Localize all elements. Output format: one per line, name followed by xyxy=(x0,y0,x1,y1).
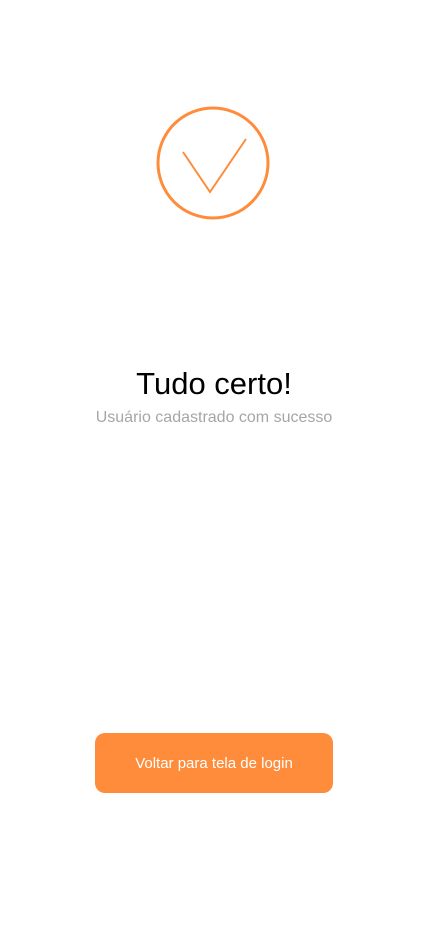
back-to-login-button[interactable]: Voltar para tela de login xyxy=(95,733,333,793)
success-title: Tudo certo! xyxy=(136,366,292,401)
checkmark-circle-icon xyxy=(156,106,270,220)
back-to-login-label: Voltar para tela de login xyxy=(135,754,293,772)
success-message: Usuário cadastrado com sucesso xyxy=(95,409,333,426)
